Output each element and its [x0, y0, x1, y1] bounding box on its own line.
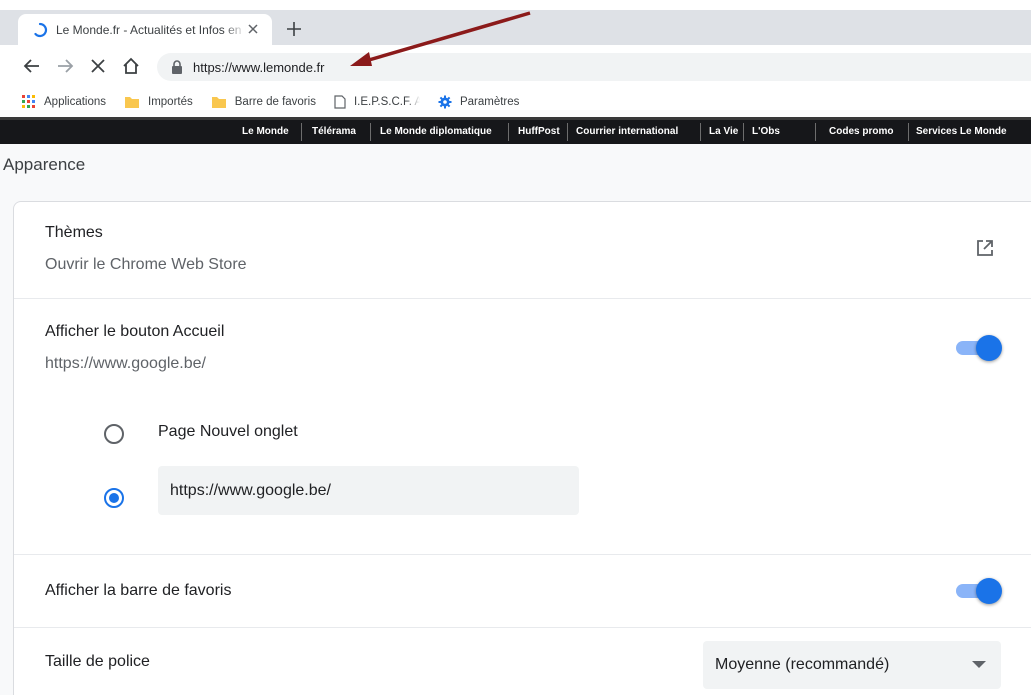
font-size-select[interactable]: Moyenne (recommandé) — [703, 641, 1001, 689]
divider — [567, 123, 568, 141]
folder-icon — [125, 97, 140, 108]
site-network-bar: Le Monde Télérama Le Monde diplomatique … — [0, 117, 1031, 144]
home-button-title: Afficher le bouton Accueil — [45, 323, 225, 340]
bookmark-parametres[interactable]: Paramètres — [438, 95, 519, 109]
bookmarks-bar-title: Afficher la barre de favoris — [45, 582, 232, 599]
plus-icon[interactable] — [284, 19, 304, 39]
site-link-services-le-monde[interactable]: Services Le Monde — [916, 120, 1007, 144]
appearance-card: Thèmes Ouvrir le Chrome Web Store Affich… — [13, 201, 1031, 695]
tab-strip: Le Monde.fr - Actualités et Infos en Fra… — [0, 0, 1031, 45]
bookmark-applications[interactable]: Applications — [22, 95, 106, 109]
divider — [14, 298, 1031, 299]
site-link-codes-promo[interactable]: Codes promo — [829, 120, 893, 144]
open-in-new-icon[interactable] — [975, 238, 995, 258]
themes-subtitle: Ouvrir le Chrome Web Store — [45, 256, 247, 273]
bookmark-label: Importés — [148, 96, 193, 108]
arrow-right-icon[interactable] — [55, 56, 75, 76]
stop-icon[interactable] — [88, 56, 108, 76]
site-link-courrier-international[interactable]: Courrier international — [576, 120, 678, 144]
font-size-selected: Moyenne (recommandé) — [715, 656, 890, 673]
bookmark-folder-barre-de-favoris[interactable]: Barre de favoris — [211, 95, 316, 109]
browser-tab[interactable]: Le Monde.fr - Actualités et Infos en Fra… — [18, 14, 272, 45]
gear-icon — [438, 95, 452, 109]
home-icon[interactable] — [121, 56, 141, 76]
divider — [908, 123, 909, 141]
divider — [14, 554, 1031, 555]
home-button-subtitle: https://www.google.be/ — [45, 355, 206, 372]
bookmark-iepscf[interactable]: I.E.P.S.C.F. Arlon-Athus — [334, 95, 420, 109]
bookmark-label: I.E.P.S.C.F. Arlon-Athus — [353, 96, 420, 108]
loading-spinner-icon — [34, 22, 48, 37]
divider — [743, 123, 744, 141]
divider — [370, 123, 371, 141]
address-bar[interactable]: https://www.lemonde.fr — [157, 53, 1031, 81]
page-icon — [334, 95, 346, 109]
bookmark-label: Paramètres — [459, 96, 520, 108]
toggle-knob — [976, 335, 1002, 361]
site-link-huffpost[interactable]: HuffPost — [518, 120, 560, 144]
site-link-lobs[interactable]: L'Obs — [752, 120, 780, 144]
divider — [508, 123, 509, 141]
divider — [301, 123, 302, 141]
apps-grid-icon — [22, 95, 35, 108]
settings-page: Apparence Thèmes Ouvrir le Chrome Web St… — [0, 144, 1031, 695]
bookmark-label: Barre de favoris — [234, 96, 316, 108]
bookmarks-bar: Applications Importés Barre de favoris I… — [0, 88, 1031, 116]
radio-dot — [109, 493, 119, 503]
site-link-telerama[interactable]: Télérama — [312, 120, 356, 144]
site-link-la-vie[interactable]: La Vie — [709, 120, 738, 144]
chevron-down-icon — [972, 661, 986, 668]
section-title: Apparence — [3, 155, 86, 174]
close-icon[interactable] — [246, 22, 260, 36]
folder-icon — [211, 97, 226, 108]
lock-icon — [172, 60, 182, 74]
radio-label: Page Nouvel onglet — [158, 423, 298, 440]
divider — [815, 123, 816, 141]
radio-new-tab-page[interactable] — [104, 424, 124, 444]
divider — [14, 627, 1031, 628]
divider — [700, 123, 701, 141]
toggle-knob — [976, 578, 1002, 604]
site-link-le-monde[interactable]: Le Monde — [242, 120, 289, 144]
address-url: https://www.lemonde.fr — [193, 59, 325, 75]
bookmarks-bar-toggle[interactable] — [952, 578, 1002, 604]
font-size-title: Taille de police — [45, 653, 150, 670]
bookmark-label: Applications — [44, 96, 107, 108]
custom-home-url-input[interactable]: https://www.google.be/ — [158, 466, 579, 515]
tab-title: Le Monde.fr - Actualités et Infos en Fra… — [56, 22, 246, 37]
bookmark-folder-importes[interactable]: Importés — [124, 95, 193, 109]
home-button-toggle[interactable] — [952, 335, 1002, 361]
site-link-le-monde-diplomatique[interactable]: Le Monde diplomatique — [380, 120, 492, 144]
arrow-left-icon[interactable] — [22, 56, 42, 76]
browser-toolbar: https://www.lemonde.fr — [0, 45, 1031, 88]
themes-title: Thèmes — [45, 224, 103, 241]
radio-custom-url[interactable] — [104, 488, 124, 508]
